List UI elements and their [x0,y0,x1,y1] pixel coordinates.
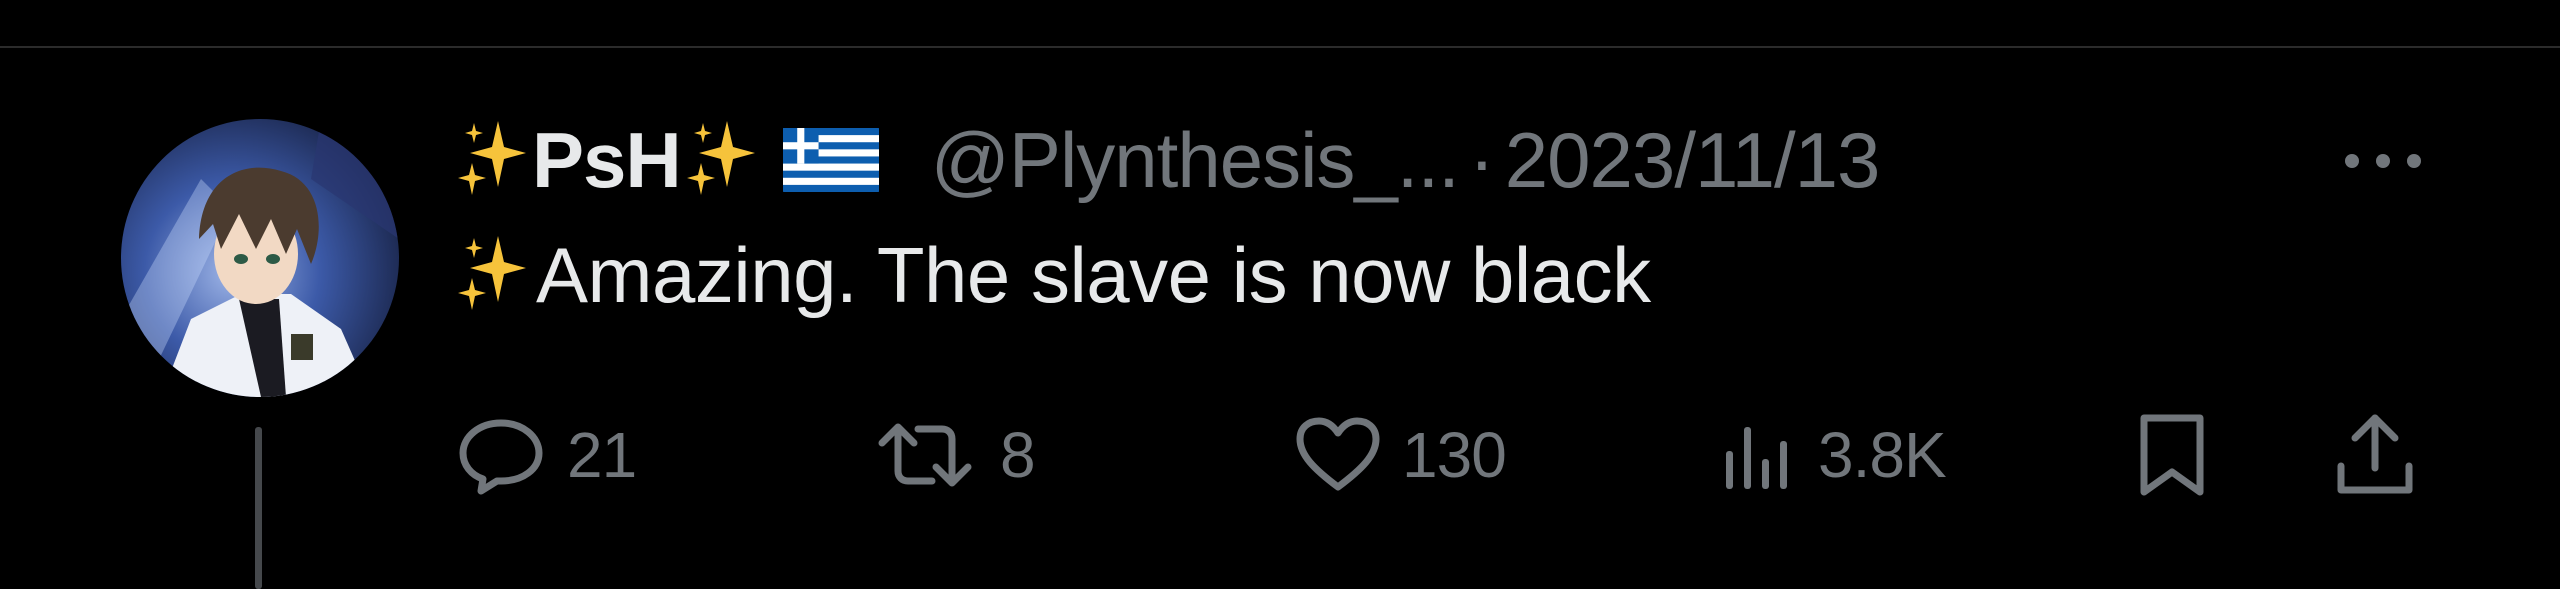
retweet-count: 8 [1000,419,1036,491]
separator-dot: · [1468,115,1495,204]
like-count: 130 [1402,419,1507,491]
like-button[interactable]: 130 [1294,405,1507,505]
sparkles-icon [686,117,757,203]
tweet-text: Amazing. The slave is now black [536,230,1651,319]
sparkles-icon [458,232,528,318]
display-name[interactable]: PsH [532,115,682,206]
bookmark-button[interactable] [2134,405,2210,505]
greece-flag-icon [779,128,883,192]
more-options-button[interactable] [2338,146,2428,176]
reply-button[interactable]: 21 [455,405,637,505]
views-button[interactable]: 3.8K [1718,405,1947,505]
views-count: 3.8K [1818,419,1947,491]
tweet-actions: 21 8 130 3.8K [0,405,2560,505]
top-divider [0,46,2560,48]
sparkles-icon [458,117,528,203]
user-handle[interactable]: @Plynthesis_... [931,115,1460,206]
share-icon [2337,414,2413,494]
retweet-button[interactable]: 8 [870,405,1036,505]
reply-icon [459,419,543,495]
analytics-icon [1726,427,1787,489]
tweet[interactable]: PsH @Plynthesis_... · 2023/11/13 Amazing… [458,100,2458,330]
tweet-body: Amazing. The slave is now black [458,220,2458,330]
retweet-icon [878,423,972,487]
tweet-date[interactable]: 2023/11/13 [1505,115,1881,206]
bookmark-icon [2140,414,2204,496]
share-button[interactable] [2333,405,2417,505]
tweet-header: PsH @Plynthesis_... · 2023/11/13 [458,100,2458,220]
avatar-image [121,119,399,397]
reply-count: 21 [567,419,637,491]
avatar[interactable] [121,119,399,397]
heart-icon [1296,417,1380,491]
ellipsis-icon [2345,154,2421,168]
